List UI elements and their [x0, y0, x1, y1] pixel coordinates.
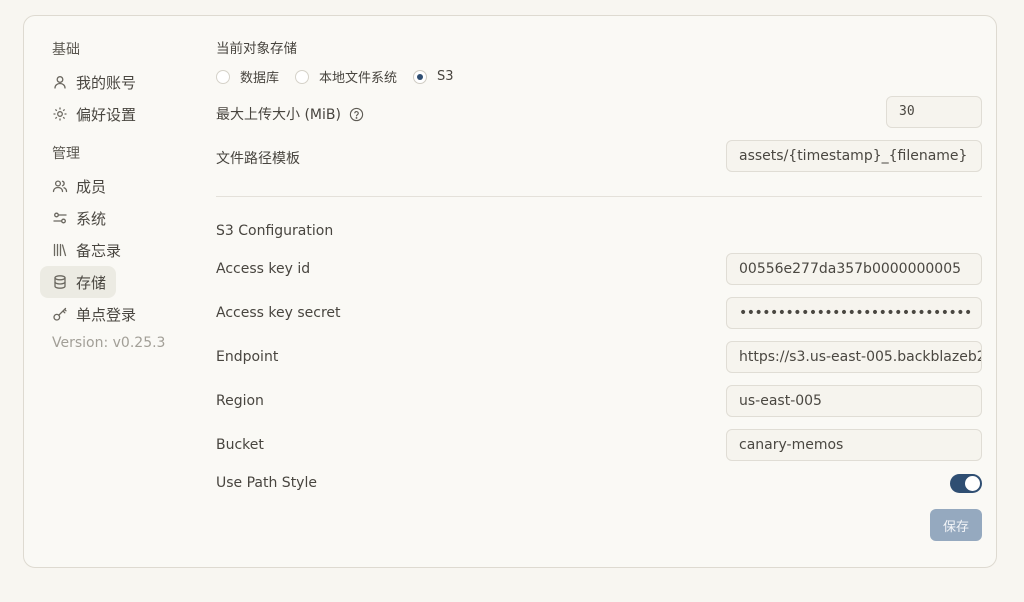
- radio-label: 本地文件系统: [319, 71, 398, 86]
- section-divider: [216, 196, 982, 197]
- bucket-input[interactable]: canary-memos: [726, 429, 982, 461]
- sidebar-item-my-account[interactable]: 我的账号: [40, 66, 146, 98]
- sidebar-item-storage[interactable]: 存储: [40, 266, 117, 298]
- database-icon: [52, 274, 68, 290]
- sliders-icon: [52, 210, 68, 226]
- use-path-style-toggle[interactable]: [950, 474, 982, 493]
- sidebar-item-label: 成员: [76, 177, 107, 196]
- help-circle-icon[interactable]: [349, 107, 364, 122]
- radio-indicator[interactable]: [413, 69, 428, 84]
- sidebar-item-label: 我的账号: [76, 73, 137, 92]
- sidebar-item-label: 存储: [76, 273, 107, 292]
- key-icon: [52, 306, 68, 322]
- radio-indicator[interactable]: [295, 69, 310, 84]
- storage-section-title: 当前对象存储: [216, 41, 297, 57]
- access-key-id-label: Access key id: [216, 261, 311, 277]
- radio-database[interactable]: 数据库: [216, 67, 279, 86]
- sidebar-item-system[interactable]: 系统: [40, 202, 116, 234]
- sidebar-group-basic: 基础: [52, 42, 80, 58]
- users-icon: [52, 178, 68, 194]
- user-icon: [52, 74, 68, 90]
- radio-label: 数据库: [240, 71, 280, 86]
- sidebar-item-label: 单点登录: [76, 305, 137, 324]
- version-label: Version: v0.25.3: [52, 335, 166, 351]
- use-path-style-label: Use Path Style: [216, 475, 317, 491]
- radio-s3[interactable]: S3: [413, 69, 454, 84]
- s3-config-title: S3 Configuration: [216, 223, 334, 239]
- library-icon: [52, 242, 68, 258]
- radio-label: S3: [437, 69, 454, 84]
- radio-local-filesystem[interactable]: 本地文件系统: [295, 67, 397, 86]
- path-template-label: 文件路径模板: [216, 151, 300, 167]
- region-label: Region: [216, 393, 264, 409]
- storage-settings-panel: 当前对象存储 数据库 本地文件系统 S3 最大上传大小 (MiB) 30 文件路…: [216, 16, 982, 567]
- radio-indicator[interactable]: [216, 69, 230, 84]
- sidebar-item-members[interactable]: 成员: [40, 170, 116, 202]
- max-upload-size-text: 最大上传大小 (MiB): [216, 107, 341, 123]
- region-input[interactable]: us-east-005: [726, 385, 982, 417]
- sidebar-group-admin: 管理: [52, 146, 80, 162]
- endpoint-input[interactable]: https://s3.us-east-005.backblazeb2: [726, 341, 982, 373]
- sidebar-item-label: 备忘录: [76, 241, 122, 260]
- endpoint-label: Endpoint: [216, 349, 279, 365]
- access-key-secret-label: Access key secret: [216, 305, 341, 321]
- save-button[interactable]: 保存: [930, 509, 982, 541]
- sidebar-item-sso[interactable]: 单点登录: [40, 298, 146, 330]
- sidebar-item-label: 偏好设置: [76, 105, 137, 124]
- settings-card: 基础 我的账号 偏好设置 管理 成员 系统 备忘录 存储 单点登录 Versio…: [23, 15, 997, 568]
- sidebar-item-memos[interactable]: 备忘录: [40, 234, 131, 266]
- sidebar-item-label: 系统: [76, 209, 107, 228]
- access-key-id-input[interactable]: 00556e277da357b0000000005: [726, 253, 982, 285]
- path-template-input[interactable]: assets/{timestamp}_{filename}: [726, 140, 982, 172]
- bucket-label: Bucket: [216, 437, 264, 453]
- access-key-secret-input[interactable]: ••••••••••••••••••••••••••••••: [726, 297, 982, 329]
- max-upload-size-label: 最大上传大小 (MiB): [216, 104, 364, 124]
- sidebar-item-preferences[interactable]: 偏好设置: [40, 98, 146, 130]
- gear-icon: [52, 106, 68, 122]
- storage-type-radio-group: 数据库 本地文件系统 S3: [216, 67, 470, 86]
- max-upload-size-input[interactable]: 30: [886, 96, 982, 128]
